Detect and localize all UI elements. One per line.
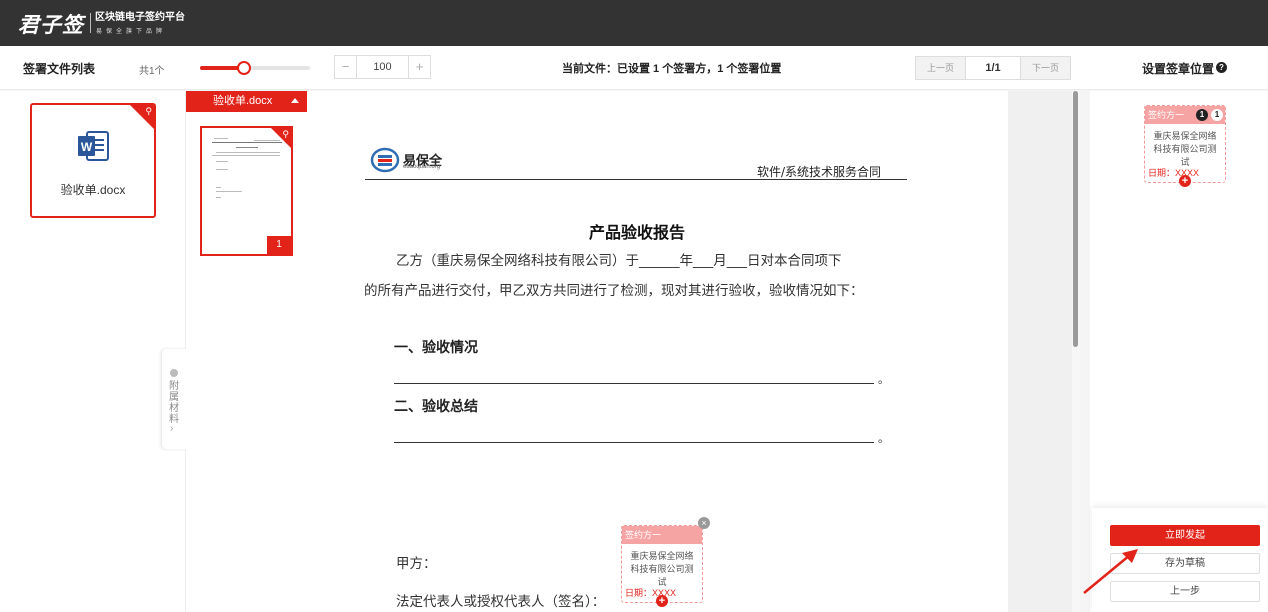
attachments-label: 附属材料 (169, 381, 179, 425)
thumbnail-header-label: 验收单.docx (213, 95, 273, 107)
file-card[interactable]: ⚲ W 验收单.docx (30, 103, 156, 218)
attachments-tab[interactable]: 附属材料 › (162, 349, 186, 449)
file-count: 共1个 (139, 66, 165, 77)
help-icon[interactable]: ? (1216, 62, 1227, 73)
signature-box-date: 日期：XXXX (625, 588, 677, 598)
chevron-right-icon: › (170, 423, 174, 434)
word-icon: W (78, 131, 109, 161)
thumbnail-panel: 验收单.docx ⚲ 1 (186, 91, 307, 612)
document-paragraph: 的所有产品进行交付，甲乙双方共同进行了检测，现对其进行验收，验收情况如下： (364, 283, 864, 299)
position-count-badge: 1 (1211, 109, 1223, 121)
page-thumbnail[interactable]: ⚲ 1 (200, 126, 293, 256)
document-header-rule (365, 179, 907, 180)
caret-up-icon (291, 98, 299, 103)
signature-box-date: 日期：XXXX (1148, 168, 1200, 178)
zoom-stepper: − 100 + (334, 55, 431, 79)
document-logo-url: ebaoquan.org (403, 164, 441, 170)
svg-text:W: W (81, 140, 93, 154)
document-heading: 一、验收情况 (394, 340, 478, 356)
zoom-minus-button[interactable]: − (335, 56, 357, 78)
document-heading: 二、验收总结 (394, 399, 478, 415)
plus-icon[interactable]: + (1179, 175, 1191, 187)
thumbnail-header[interactable]: 验收单.docx (186, 91, 307, 112)
current-file-status: 当前文件：已设置 1 个签署方，1 个签署位置 (562, 63, 782, 75)
fill-line-end: 。 (878, 374, 889, 386)
fill-line (394, 383, 874, 384)
plus-icon[interactable]: + (656, 595, 668, 607)
thumbnail-page-number: 1 (267, 236, 291, 254)
party-a-label: 甲方： (396, 556, 437, 572)
brand-tagline: 区块链电子签约平台 (95, 12, 185, 23)
start-button[interactable]: 立即发起 (1110, 525, 1260, 546)
file-list-sidebar: ⚲ W 验收单.docx 附属材料 › (0, 91, 186, 612)
placed-signature-box[interactable]: 签约方一 重庆易保全网络科技有限公司测试 日期：XXXX + (621, 525, 703, 607)
file-list-title: 签署文件列表 (23, 62, 96, 76)
file-card-name: 验收单.docx (60, 183, 126, 197)
toolbar: 签署文件列表 共1个 − 100 + 当前文件：已设置 1 个签署方，1 个签署… (0, 46, 1268, 90)
panel-gap (1080, 91, 1090, 612)
document-header-title: 软件/系统技术服务合同 (757, 165, 882, 179)
vertical-scrollbar[interactable] (1072, 91, 1080, 612)
fill-line-end: 。 (878, 433, 889, 445)
close-icon[interactable]: × (698, 517, 710, 529)
zoom-slider[interactable] (200, 61, 310, 75)
ebaoquan-logo-icon (370, 147, 400, 173)
zoom-value[interactable]: 100 (357, 56, 408, 78)
fill-line (394, 442, 874, 443)
page-indicator[interactable]: 1/1 (966, 57, 1020, 79)
document-title: 产品验收报告 (588, 223, 685, 242)
legal-rep-label: 法定代表人或授权代表人（签名）： (396, 594, 606, 610)
link-icon: ⚲ (145, 106, 152, 116)
scrollbar-thumb[interactable] (1073, 91, 1078, 347)
zoom-plus-button[interactable]: + (408, 56, 430, 78)
brand-divider (90, 13, 91, 33)
top-bar: 君子签 区块链电子签约平台 易保全旗下品牌 (0, 0, 1268, 46)
attachments-icon (170, 369, 178, 377)
prev-page-button[interactable]: 上一页 (916, 57, 966, 79)
link-icon: ⚲ (282, 129, 289, 139)
signer-count-badge: 1 (1196, 109, 1208, 121)
set-position-title: 设置签章位置 (1142, 62, 1215, 76)
signature-box-company: 重庆易保全网络科技有限公司测试 (1153, 131, 1217, 167)
signature-template-box[interactable]: 签约方一 1 1 重庆易保全网络科技有限公司测试 日期：XXXX + (1144, 105, 1226, 187)
brand-subtitle: 易保全旗下品牌 (96, 29, 167, 35)
next-page-button[interactable]: 下一页 (1020, 57, 1070, 79)
brand-logo[interactable]: 君子签 (18, 9, 84, 39)
signature-box-header: 签约方一 (622, 526, 702, 544)
document-paragraph: 乙方（重庆易保全网络科技有限公司）于______年___月___日对本合同项下 (396, 253, 842, 269)
zoom-slider-handle[interactable] (237, 61, 251, 75)
signature-box-company: 重庆易保全网络科技有限公司测试 (630, 551, 694, 587)
pager: 上一页 1/1 下一页 (915, 56, 1071, 80)
hint-arrow-icon (1083, 549, 1138, 594)
